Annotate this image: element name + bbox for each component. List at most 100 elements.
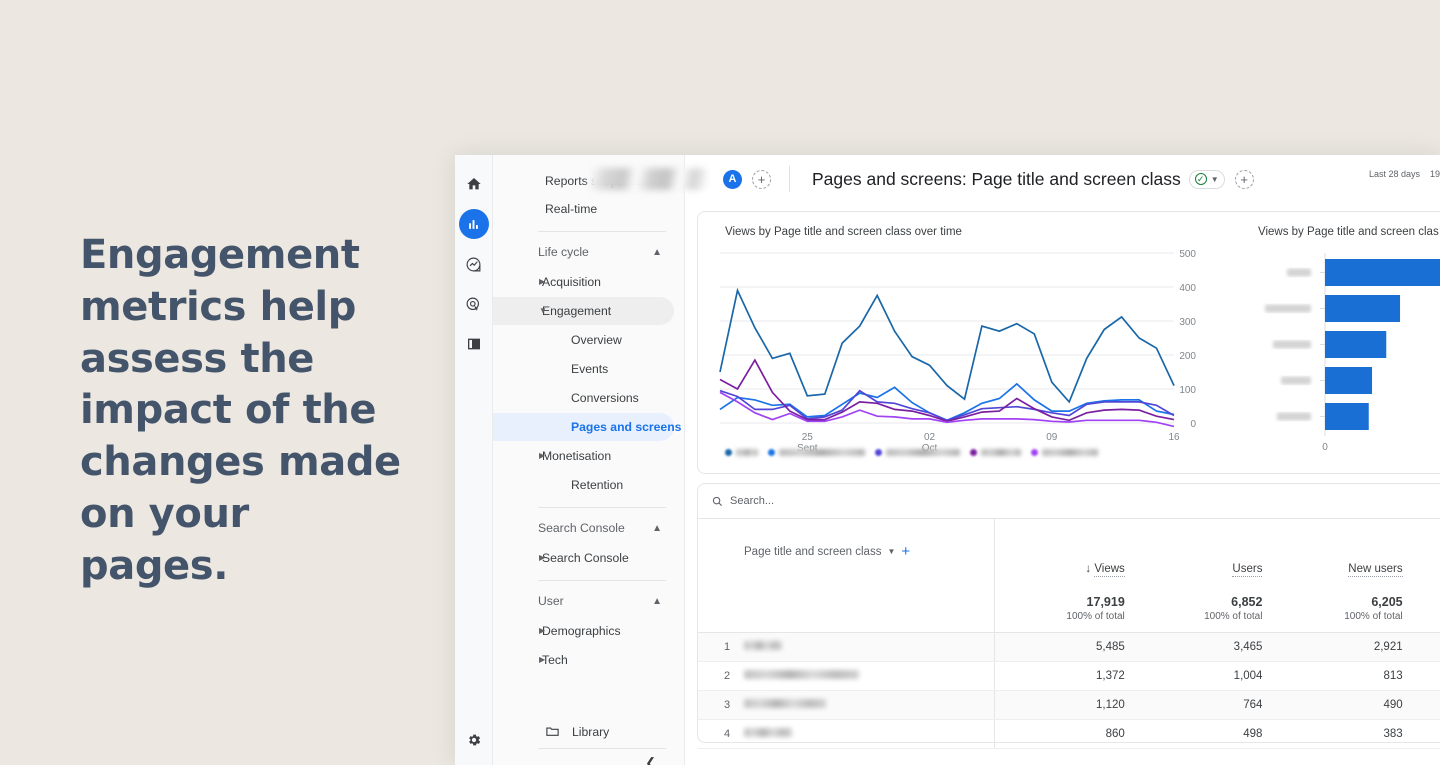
sidebar-item-label: Tech [542,653,568,667]
sidebar-item-pages-and-screens[interactable]: Pages and screens [493,413,681,441]
chevron-right-icon: ▶ [539,553,546,562]
home-icon[interactable] [459,169,489,199]
totals-value: 17,919 [1086,594,1125,609]
collapse-sidebar-button[interactable]: ❮ [645,755,656,765]
reports-icon[interactable] [458,209,489,239]
avatar[interactable]: A [723,169,742,189]
date-range-detail: 19 [1429,169,1440,179]
date-range-label: Last 28 days [1368,169,1420,179]
row-dimension-cell[interactable]: 2 [698,661,996,691]
table-row[interactable]: 4 860 498 383 1.73 0m 10 [698,719,1440,749]
explore-icon[interactable] [459,249,489,279]
icon-rail [455,155,493,765]
legend-item[interactable] [768,449,865,456]
library-rail-icon[interactable] [459,329,489,359]
bar-chart[interactable]: 0 [1243,245,1440,460]
totals-sub: 100% of total [1344,610,1403,622]
sidebar-item-engagement[interactable]: ▼ Engagement [493,297,674,325]
insights-chip[interactable]: ✓ ▼ [1188,169,1225,189]
add-dimension-button[interactable]: + [901,543,910,560]
chart-legend [725,449,1098,456]
advertising-icon[interactable] [459,289,489,319]
column-header-views-per-user[interactable]: Views per user [1412,518,1440,587]
column-header-users[interactable]: Users [1134,518,1273,587]
table-body: 1 5,485 3,465 2,921 1.58 0m 27 2 1,372 1… [698,632,1440,749]
dimension-header[interactable]: Page title and screen class ▼ + [698,518,996,587]
sidebar-item-overview[interactable]: Overview [493,326,674,354]
legend-item[interactable] [875,449,960,456]
sidebar-item-tech[interactable]: ▶ Tech [493,646,674,674]
sidebar-item-acquisition[interactable]: ▶ Acquisition [493,268,674,296]
chevron-right-icon: ▶ [539,277,546,286]
sidebar-item-events[interactable]: Events [493,355,674,383]
row-index: 2 [724,669,731,682]
row-new-users: 813 [1272,661,1413,691]
sidebar-item-library[interactable]: Library [493,724,684,739]
line-chart[interactable]: 010020030040050025Sept02Oct0916 [712,245,1227,460]
row-views: 1,120 [994,690,1135,720]
table-row[interactable]: 1 5,485 3,465 2,921 1.58 0m 27 [698,632,1440,662]
row-dimension-cell[interactable]: 1 [698,632,996,662]
app-header: A + Pages and screens: Page title and sc… [493,155,1440,203]
legend-label-redacted [981,449,1021,456]
chevron-up-icon: ▲ [652,522,662,534]
legend-color-swatch [875,449,882,456]
legend-label-redacted [736,449,758,456]
search-input[interactable]: Search... [712,495,774,507]
chevron-down-icon[interactable]: ▼ [887,547,895,556]
gear-icon[interactable] [459,725,489,755]
totals-value: 6,852 [1231,594,1263,609]
table-row[interactable]: 2 1,372 1,004 813 1.37 0m 26 [698,661,1440,691]
sidebar-item-label: Pages and screens [571,420,682,434]
column-header-new-users[interactable]: New users [1272,518,1413,587]
totals-dimension-cell [698,586,996,633]
row-name-redacted [744,669,859,679]
chevron-right-icon: ▶ [539,655,546,664]
svg-text:09: 09 [1046,432,1058,443]
totals-new-users: 6,205 100% of total [1272,586,1413,633]
svg-text:25: 25 [802,432,814,443]
row-index: 3 [724,698,731,711]
row-dimension-cell[interactable]: 3 [698,690,996,720]
row-views: 5,485 [994,632,1135,662]
column-label: Views [1094,562,1125,577]
sidebar-item-monetisation[interactable]: ▶ Monetisation [493,442,674,470]
svg-text:200: 200 [1179,351,1196,362]
sidebar-item-search-console[interactable]: ▶ Search Console [493,544,674,572]
divider [538,580,666,581]
sidebar-item-label: Library [572,724,610,739]
sidebar-section-label: Search Console [538,521,625,535]
add-filter-button[interactable]: + [1234,169,1254,189]
sidebar-item-demographics[interactable]: ▶ Demographics [493,617,674,645]
row-name-redacted [744,698,826,708]
add-comparison-button[interactable]: + [752,169,771,189]
svg-text:16: 16 [1168,432,1180,443]
sidebar-section-search-console[interactable]: Search Console ▲ [503,514,674,542]
row-index: 1 [724,640,731,653]
table-row[interactable]: 3 1,120 764 490 1.47 0m 40 [698,690,1440,720]
folder-icon [545,724,560,739]
totals-sub: Avg 0% [1413,611,1440,622]
property-name-redacted[interactable] [589,168,707,190]
row-views: 860 [994,719,1135,749]
legend-label-redacted [886,449,960,456]
column-header-views[interactable]: ↓ Views [994,518,1135,587]
sidebar-section-life-cycle[interactable]: Life cycle ▲ [503,238,674,266]
sidebar-item-conversions[interactable]: Conversions [493,384,674,412]
dimension-label: Page title and screen class [744,545,882,558]
totals-users: 6,852 100% of total [1134,586,1273,633]
row-dimension-cell[interactable]: 4 [698,719,996,749]
legend-item[interactable] [970,449,1021,456]
sidebar-section-label: Life cycle [538,245,589,259]
search-placeholder: Search... [730,495,775,507]
sidebar-section-user[interactable]: User ▲ [503,587,674,615]
sidebar-section-label: User [538,594,564,608]
sidebar-item-retention[interactable]: Retention [493,471,674,499]
totals-views-per-user: 2.62 Avg 0% [1412,586,1440,633]
row-views-per-user: 1.47 [1412,690,1440,720]
svg-text:100: 100 [1179,385,1196,396]
date-range-selector[interactable]: Last 28 days 19 [1369,169,1440,179]
legend-item[interactable] [1031,449,1098,456]
legend-item[interactable] [725,449,758,456]
sidebar-item-label: Events [571,362,609,376]
